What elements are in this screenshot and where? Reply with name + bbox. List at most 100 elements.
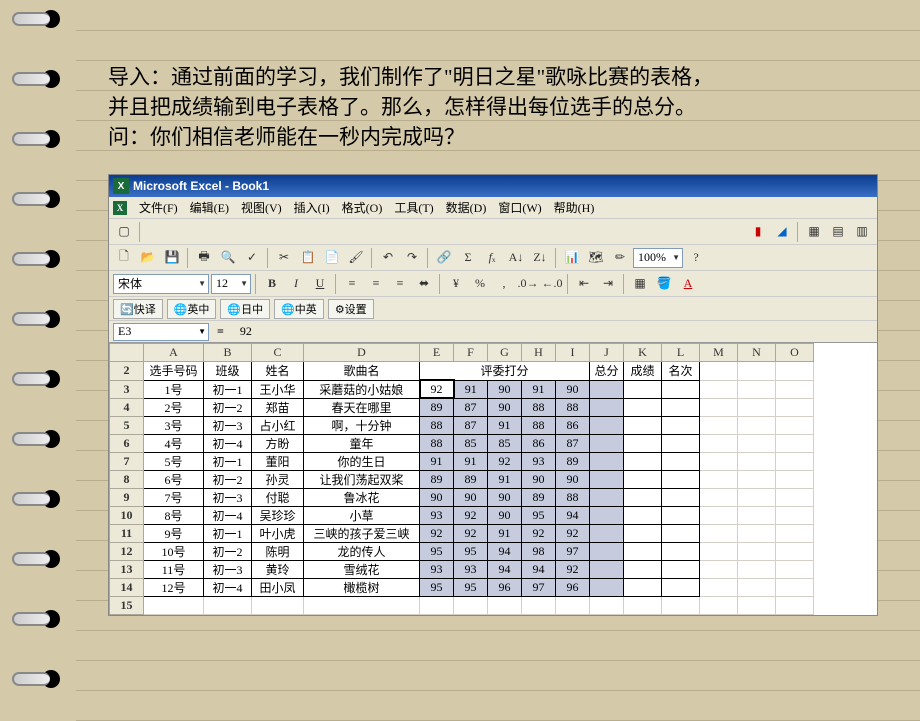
link-icon[interactable]: 🔗 xyxy=(433,247,455,269)
data-cell[interactable]: 1号 xyxy=(144,380,204,398)
font-color-icon[interactable]: A xyxy=(677,273,699,295)
bold-icon[interactable]: B xyxy=(261,273,283,295)
translate-button[interactable]: ⚙设置 xyxy=(328,299,374,319)
font-size-combo[interactable]: 12 xyxy=(211,274,251,294)
translate-button[interactable]: 🌐日中 xyxy=(220,299,270,319)
open-icon[interactable]: 📂 xyxy=(137,247,159,269)
title-bar[interactable]: X Microsoft Excel - Book1 xyxy=(109,175,877,197)
row-header[interactable]: 3 xyxy=(110,380,144,398)
score-cell[interactable]: 88 xyxy=(420,434,454,452)
grid-icon[interactable]: ▥ xyxy=(851,221,873,243)
data-cell[interactable]: 2号 xyxy=(144,398,204,416)
save-icon[interactable]: 💾 xyxy=(161,247,183,269)
data-cell[interactable]: 龙的传人 xyxy=(304,542,420,560)
score-cell[interactable]: 94 xyxy=(556,506,590,524)
data-cell[interactable]: 付聪 xyxy=(252,488,304,506)
data-cell[interactable]: 鲁冰花 xyxy=(304,488,420,506)
column-header[interactable]: A xyxy=(144,344,204,362)
header-cell[interactable]: 歌曲名 xyxy=(304,362,420,381)
score-cell[interactable]: 91 xyxy=(454,452,488,470)
inc-decimal-icon[interactable]: .0→ xyxy=(517,273,539,295)
data-cell[interactable]: 你的生日 xyxy=(304,452,420,470)
new-icon[interactable]: 🗋 xyxy=(113,247,135,269)
spreadsheet-grid[interactable]: ABCDEFGHIJKLMNO2选手号码班级姓名歌曲名评委打分总分成绩名次31号… xyxy=(109,343,877,615)
score-cell[interactable]: 88 xyxy=(556,488,590,506)
score-cell[interactable]: 95 xyxy=(454,542,488,560)
row-header[interactable]: 10 xyxy=(110,506,144,524)
menu-item[interactable]: 窗口(W) xyxy=(492,199,547,217)
score-cell[interactable]: 88 xyxy=(522,398,556,416)
score-cell[interactable]: 93 xyxy=(420,560,454,578)
column-header[interactable]: D xyxy=(304,344,420,362)
score-cell[interactable]: 93 xyxy=(454,560,488,578)
row-header[interactable]: 13 xyxy=(110,560,144,578)
menu-item[interactable]: 编辑(E) xyxy=(184,199,235,217)
dec-indent-icon[interactable]: ⇤ xyxy=(573,273,595,295)
data-cell[interactable]: 采蘑菇的小姑娘 xyxy=(304,380,420,398)
header-cell[interactable]: 名次 xyxy=(662,362,700,381)
borders-icon[interactable]: ▦ xyxy=(629,273,651,295)
score-cell[interactable]: 94 xyxy=(488,542,522,560)
formula-value[interactable]: 92 xyxy=(232,324,252,339)
data-cell[interactable]: 郑苗 xyxy=(252,398,304,416)
align-center-icon[interactable]: ≡ xyxy=(365,273,387,295)
total-cell[interactable] xyxy=(590,524,624,542)
score-cell[interactable]: 88 xyxy=(522,416,556,434)
column-header[interactable]: G xyxy=(488,344,522,362)
total-cell[interactable] xyxy=(590,506,624,524)
menu-item[interactable]: 工具(T) xyxy=(388,199,439,217)
header-cell[interactable]: 选手号码 xyxy=(144,362,204,381)
score-cell[interactable]: 90 xyxy=(522,470,556,488)
score-cell[interactable]: 92 xyxy=(420,524,454,542)
copy-icon[interactable]: 📋 xyxy=(297,247,319,269)
data-cell[interactable]: 初一3 xyxy=(204,488,252,506)
score-cell[interactable]: 92 xyxy=(454,506,488,524)
score-cell[interactable]: 96 xyxy=(488,578,522,596)
row-header[interactable]: 2 xyxy=(110,362,144,381)
score-cell[interactable]: 88 xyxy=(420,416,454,434)
column-header[interactable]: I xyxy=(556,344,590,362)
drawing-icon[interactable]: ✏ xyxy=(609,247,631,269)
data-cell[interactable]: 初一4 xyxy=(204,506,252,524)
data-cell[interactable]: 啊，十分钟 xyxy=(304,416,420,434)
data-cell[interactable]: 初一1 xyxy=(204,524,252,542)
help-icon[interactable]: ? xyxy=(685,247,707,269)
total-cell[interactable] xyxy=(590,434,624,452)
score-cell[interactable]: 89 xyxy=(420,398,454,416)
data-cell[interactable]: 7号 xyxy=(144,488,204,506)
border-icon[interactable]: ▦ xyxy=(803,221,825,243)
total-cell[interactable] xyxy=(590,416,624,434)
data-cell[interactable]: 3号 xyxy=(144,416,204,434)
column-header[interactable]: O xyxy=(776,344,814,362)
data-cell[interactable]: 占小红 xyxy=(252,416,304,434)
align-left-icon[interactable]: ≡ xyxy=(341,273,363,295)
score-cell[interactable]: 87 xyxy=(454,416,488,434)
score-cell[interactable]: 97 xyxy=(556,542,590,560)
score-cell[interactable]: 90 xyxy=(488,398,522,416)
preview-icon[interactable]: 🔍 xyxy=(217,247,239,269)
data-cell[interactable]: 初一3 xyxy=(204,416,252,434)
score-cell[interactable]: 89 xyxy=(522,488,556,506)
data-cell[interactable]: 6号 xyxy=(144,470,204,488)
score-cell[interactable]: 92 xyxy=(556,560,590,578)
data-cell[interactable]: 9号 xyxy=(144,524,204,542)
paste-icon[interactable]: 📄 xyxy=(321,247,343,269)
row-header[interactable]: 14 xyxy=(110,578,144,596)
data-cell[interactable]: 10号 xyxy=(144,542,204,560)
column-header[interactable]: J xyxy=(590,344,624,362)
percent-icon[interactable]: % xyxy=(469,273,491,295)
score-cell[interactable]: 94 xyxy=(488,560,522,578)
data-cell[interactable]: 初一4 xyxy=(204,434,252,452)
score-cell[interactable]: 94 xyxy=(522,560,556,578)
zoom-combo[interactable]: 100% xyxy=(633,248,683,268)
score-cell[interactable]: 85 xyxy=(454,434,488,452)
score-cell[interactable]: 90 xyxy=(556,380,590,398)
data-cell[interactable]: 三峡的孩子爱三峡 xyxy=(304,524,420,542)
fx-icon[interactable]: fₓ xyxy=(481,247,503,269)
menu-item[interactable]: 视图(V) xyxy=(235,199,288,217)
data-cell[interactable]: 让我们荡起双桨 xyxy=(304,470,420,488)
row-header[interactable]: 11 xyxy=(110,524,144,542)
translate-button[interactable]: 🌐中英 xyxy=(274,299,324,319)
sum-icon[interactable]: Σ xyxy=(457,247,479,269)
column-header[interactable]: H xyxy=(522,344,556,362)
